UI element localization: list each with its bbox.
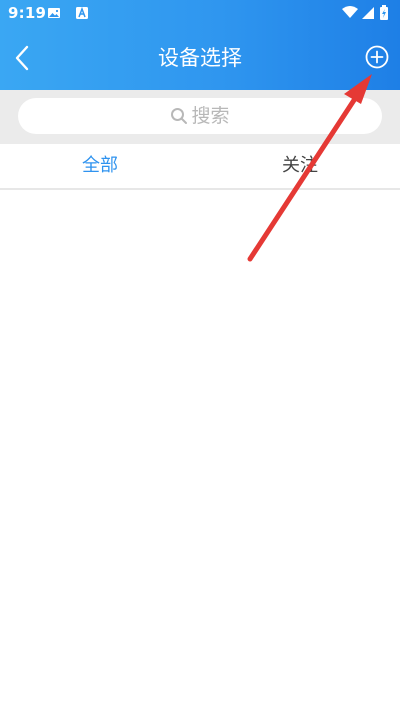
add-circle-icon — [365, 45, 389, 69]
search-input[interactable]: 搜索 — [18, 98, 382, 134]
device-tabs: 全部 关注 — [0, 144, 400, 190]
app-notification-icon — [76, 6, 88, 19]
device-list-area — [0, 190, 400, 711]
tab-all[interactable]: 全部 — [0, 144, 200, 188]
add-button[interactable] — [364, 44, 390, 70]
tab-favorites[interactable]: 关注 — [200, 144, 400, 188]
navigation-bar: 设备选择 — [0, 28, 400, 90]
back-button[interactable] — [8, 40, 38, 76]
search-placeholder: 搜索 — [191, 105, 230, 127]
status-time: 9:19 — [8, 4, 47, 22]
app-header: 9:19 设备选择 — [0, 0, 400, 90]
wifi-icon — [342, 6, 358, 18]
search-area: 搜索 — [0, 90, 400, 144]
status-bar: 9:19 — [0, 0, 400, 28]
system-status-icons — [342, 5, 388, 20]
search-icon — [171, 108, 188, 124]
signal-icon — [362, 7, 374, 19]
image-notification-icon — [48, 8, 60, 18]
page-title: 设备选择 — [158, 46, 242, 70]
chevron-left-icon — [15, 45, 29, 71]
battery-charging-icon — [380, 5, 388, 20]
device-select-screen: 9:19 设备选择 搜索 全部 关注 — [0, 0, 400, 711]
